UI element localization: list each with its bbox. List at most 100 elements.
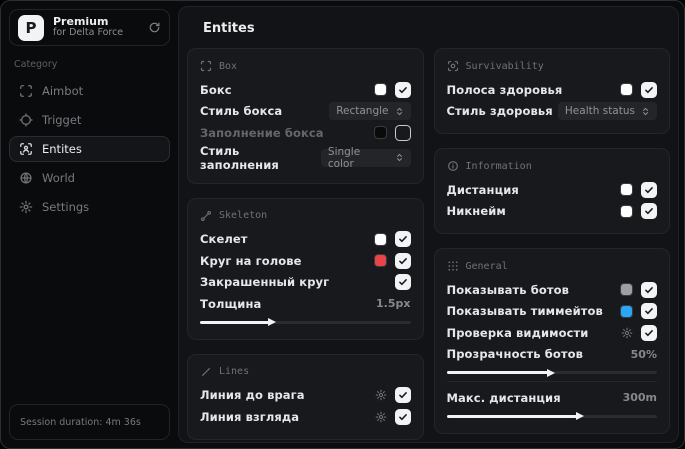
setting-label: Никнейм <box>446 204 506 219</box>
session-duration: Session duration: 4m 36s <box>9 404 170 440</box>
setting-row: Заполнение бокса <box>200 122 411 144</box>
sidebar-item-label: Trigget <box>42 113 82 127</box>
color-swatch[interactable] <box>373 126 387 140</box>
setting-label: Показывать тиммейтов <box>446 304 603 319</box>
slider-thumb[interactable] <box>546 368 555 377</box>
color-swatch[interactable] <box>373 254 387 268</box>
page-title: Entites <box>203 21 255 36</box>
scan-box-icon <box>19 84 33 98</box>
health-style-dropdown[interactable]: Health status <box>557 102 657 121</box>
setting-row: Стиль бокса Rectangle <box>200 101 411 123</box>
setting-row: Прозрачность ботов 50% <box>447 344 658 366</box>
checkbox[interactable] <box>394 231 411 248</box>
bot-opacity-slider[interactable] <box>446 368 657 377</box>
sidebar-item-world[interactable]: World <box>9 165 170 191</box>
sidebar-item-settings[interactable]: Settings <box>9 194 170 220</box>
color-swatch[interactable] <box>620 83 633 97</box>
bone-icon <box>200 210 212 222</box>
divider <box>446 381 657 382</box>
setting-label: Заполнение бокса <box>200 125 324 140</box>
gear-icon[interactable] <box>375 389 387 401</box>
setting-row: Толщина 1.5px <box>200 293 411 315</box>
checkbox[interactable] <box>641 181 657 198</box>
sidebar: P Premium for Delta Force Category Aimbo… <box>1 1 178 448</box>
info-icon <box>447 160 459 172</box>
checkbox[interactable] <box>394 81 411 98</box>
sidebar-nav: Aimbot Trigget Entites World Settings <box>9 78 170 220</box>
checkbox[interactable] <box>394 274 411 291</box>
setting-row: Линия до врага <box>200 385 411 407</box>
setting-label: Скелет <box>200 232 248 247</box>
max-distance-slider[interactable] <box>446 412 657 420</box>
main-panel: Entites Box Бокс Стиль бокса Rectangle З… <box>178 6 679 443</box>
panel-header-label: Information <box>465 160 532 172</box>
brand-logo: P <box>18 14 44 41</box>
slider-thumb[interactable] <box>576 412 584 420</box>
color-swatch[interactable] <box>620 283 633 297</box>
color-swatch[interactable] <box>620 304 633 318</box>
setting-label: Линия взгляда <box>200 409 300 424</box>
setting-label: Бокс <box>200 82 232 97</box>
panel-information: Information Дистанция Никнейм <box>433 148 670 234</box>
sidebar-item-trigget[interactable]: Trigget <box>9 107 170 133</box>
grid-dots-icon <box>447 260 459 272</box>
checkbox[interactable] <box>641 203 657 220</box>
checkbox[interactable] <box>641 324 657 341</box>
panel-skeleton: Skeleton Скелет Круг на голове Закрашенн… <box>187 197 424 340</box>
checkbox[interactable] <box>394 387 411 404</box>
setting-row: Скелет <box>200 229 411 251</box>
gear-icon <box>19 200 33 214</box>
color-swatch[interactable] <box>373 232 387 246</box>
color-swatch[interactable] <box>620 183 633 197</box>
setting-row: Стиль здоровья Health status <box>447 101 657 123</box>
globe-icon <box>19 171 33 185</box>
checkbox[interactable] <box>394 124 411 141</box>
box-corners-icon <box>200 60 212 72</box>
checkbox[interactable] <box>641 81 657 98</box>
panel-box: Box Бокс Стиль бокса Rectangle Заполнени… <box>187 48 424 184</box>
setting-row: Дистанция <box>447 179 657 201</box>
checkbox[interactable] <box>641 281 657 298</box>
sidebar-item-label: Aimbot <box>42 84 84 98</box>
setting-value: 300m <box>622 391 657 405</box>
setting-row: Никнейм <box>446 201 657 223</box>
setting-row: Полоса здоровья <box>446 79 657 101</box>
setting-label: Линия до врага <box>200 388 305 403</box>
chevrons-up-down-icon <box>641 107 650 116</box>
setting-label: Толщина <box>200 296 262 311</box>
category-label: Category <box>14 59 58 70</box>
checkbox[interactable] <box>641 303 657 320</box>
setting-label: Проверка видимости <box>446 325 589 340</box>
setting-value: 1.5px <box>376 297 411 311</box>
checkbox[interactable] <box>394 252 411 269</box>
setting-label: Полоса здоровья <box>446 82 563 97</box>
box-style-dropdown[interactable]: Rectangle <box>329 102 411 121</box>
gear-icon[interactable] <box>621 327 633 339</box>
crosshair-icon <box>19 113 33 127</box>
panel-lines: Lines Линия до врага Линия взгляда <box>187 353 424 440</box>
panel-header-label: Lines <box>219 366 250 377</box>
setting-label: Прозрачность ботов <box>446 347 584 362</box>
app-window: P Premium for Delta Force Category Aimbo… <box>0 0 685 449</box>
color-swatch[interactable] <box>620 204 633 218</box>
sidebar-item-entites[interactable]: Entites <box>9 136 170 162</box>
setting-label: Круг на голове <box>200 253 302 268</box>
fill-style-dropdown[interactable]: Single color <box>320 146 411 170</box>
panel-survivability: Survivability Полоса здоровья Стиль здор… <box>433 48 670 134</box>
slider-thumb[interactable] <box>268 318 277 326</box>
setting-row: Бокс <box>200 79 411 101</box>
scan-person-icon <box>19 142 33 156</box>
checkbox[interactable] <box>394 408 411 425</box>
refresh-icon[interactable] <box>148 21 161 34</box>
setting-row: Показывать ботов <box>447 279 657 301</box>
gear-icon[interactable] <box>375 411 387 423</box>
thickness-slider[interactable] <box>200 318 411 326</box>
setting-row: Проверка видимости <box>446 322 657 344</box>
color-swatch[interactable] <box>373 83 387 97</box>
setting-label: Макс. дистанция <box>446 390 561 405</box>
setting-row: Показывать тиммейтов <box>446 301 657 323</box>
setting-label: Стиль бокса <box>200 104 283 119</box>
sidebar-item-aimbot[interactable]: Aimbot <box>9 78 170 104</box>
chevrons-up-down-icon <box>395 153 404 162</box>
setting-row: Закрашенный круг <box>200 272 411 294</box>
